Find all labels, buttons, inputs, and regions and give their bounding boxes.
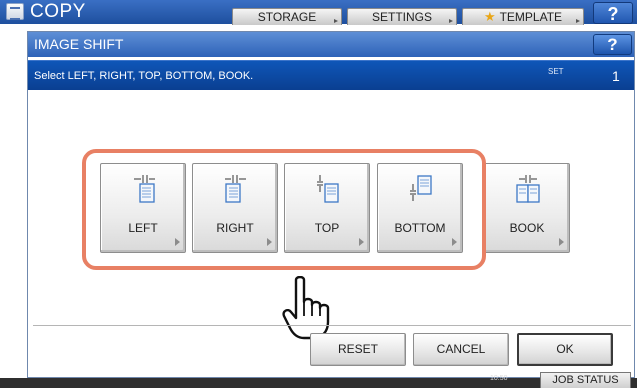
book-label: BOOK [509,221,545,235]
clock: 10:50 [490,375,508,382]
set-label: SET [548,67,564,76]
job-status-button[interactable]: JOB STATUS [540,372,631,388]
dialog-title-bar: IMAGE SHIFT ? [28,32,634,57]
star-icon: ★ [483,9,496,24]
book-shift-icon [516,175,540,203]
tab-storage[interactable]: STORAGE [232,8,342,25]
tab-storage-label: STORAGE [257,10,317,24]
ok-button[interactable]: OK [517,333,613,366]
tab-settings[interactable]: SETTINGS [347,8,457,25]
tab-arrow-icon [449,19,453,23]
book-button[interactable]: BOOK [484,163,570,253]
tab-arrow-icon [334,19,338,23]
dialog-title: IMAGE SHIFT [34,36,124,52]
tab-template[interactable]: ★ TEMPLATE [462,8,584,25]
image-shift-dialog: IMAGE SHIFT ? Select LEFT, RIGHT, TOP, B… [27,31,635,378]
arrow-right-icon [559,238,564,246]
dialog-help-button[interactable]: ? [593,34,632,55]
copy-icon [6,3,24,20]
app-top-bar: COPY STORAGE SETTINGS ★ TEMPLATE ? [0,0,637,25]
divider [33,325,631,326]
reset-button[interactable]: RESET [310,333,406,366]
tab-settings-label: SETTINGS [371,10,432,24]
selection-highlight [82,149,486,270]
app-help-button[interactable]: ? [593,2,633,24]
tab-template-label: TEMPLATE [499,10,563,24]
set-count: 1 [612,68,620,84]
message-bar: Select LEFT, RIGHT, TOP, BOTTOM, BOOK. S… [28,60,634,90]
cancel-button[interactable]: CANCEL [413,333,509,366]
instruction-message: Select LEFT, RIGHT, TOP, BOTTOM, BOOK. [34,70,254,82]
tab-arrow-icon [576,19,580,23]
app-title: COPY [30,1,86,22]
